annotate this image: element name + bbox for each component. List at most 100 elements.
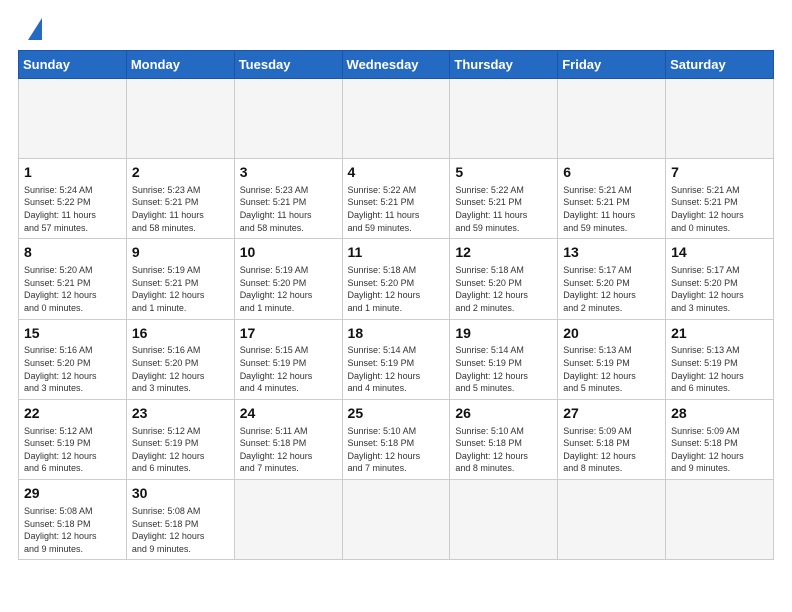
cell-line: and 1 minute. [348, 302, 445, 315]
cell-line: Daylight: 12 hours [240, 370, 337, 383]
day-number: 18 [348, 324, 445, 343]
cell-line: Sunrise: 5:21 AM [671, 184, 768, 197]
cell-line: Daylight: 12 hours [132, 370, 229, 383]
cell-line: and 58 minutes. [132, 222, 229, 235]
cell-line: and 3 minutes. [671, 302, 768, 315]
day-number: 1 [24, 163, 121, 182]
cell-line: Daylight: 12 hours [348, 450, 445, 463]
cell-line: Sunrise: 5:19 AM [132, 264, 229, 277]
cell-line: Sunrise: 5:16 AM [24, 344, 121, 357]
logo [18, 18, 42, 40]
calendar-cell [19, 79, 127, 159]
calendar-cell: 11Sunrise: 5:18 AMSunset: 5:20 PMDayligh… [342, 239, 450, 319]
cell-line: Sunset: 5:19 PM [240, 357, 337, 370]
calendar-cell: 2Sunrise: 5:23 AMSunset: 5:21 PMDaylight… [126, 159, 234, 239]
cell-line: and 9 minutes. [24, 543, 121, 556]
cell-line: and 6 minutes. [24, 462, 121, 475]
cell-line: Daylight: 11 hours [132, 209, 229, 222]
calendar-row-1: 1Sunrise: 5:24 AMSunset: 5:22 PMDaylight… [19, 159, 774, 239]
cell-line: Sunrise: 5:10 AM [455, 425, 552, 438]
day-number: 20 [563, 324, 660, 343]
cell-line: Sunset: 5:20 PM [132, 357, 229, 370]
cell-line: and 4 minutes. [348, 382, 445, 395]
calendar-cell [666, 480, 774, 560]
calendar-cell: 19Sunrise: 5:14 AMSunset: 5:19 PMDayligh… [450, 319, 558, 399]
cell-line: Sunrise: 5:21 AM [563, 184, 660, 197]
day-number: 2 [132, 163, 229, 182]
cell-line: Daylight: 12 hours [455, 370, 552, 383]
cell-line: Sunrise: 5:18 AM [348, 264, 445, 277]
calendar-cell [342, 480, 450, 560]
calendar-cell: 1Sunrise: 5:24 AMSunset: 5:22 PMDaylight… [19, 159, 127, 239]
cell-line: Sunset: 5:21 PM [563, 196, 660, 209]
day-number: 14 [671, 243, 768, 262]
calendar-cell [126, 79, 234, 159]
cell-line: Sunrise: 5:17 AM [671, 264, 768, 277]
weekday-header-thursday: Thursday [450, 51, 558, 79]
calendar-cell: 7Sunrise: 5:21 AMSunset: 5:21 PMDaylight… [666, 159, 774, 239]
calendar-cell [666, 79, 774, 159]
cell-line: and 8 minutes. [455, 462, 552, 475]
cell-line: Sunset: 5:18 PM [563, 437, 660, 450]
cell-line: and 9 minutes. [132, 543, 229, 556]
day-number: 8 [24, 243, 121, 262]
cell-line: Sunrise: 5:10 AM [348, 425, 445, 438]
cell-line: Daylight: 12 hours [348, 289, 445, 302]
calendar-cell: 10Sunrise: 5:19 AMSunset: 5:20 PMDayligh… [234, 239, 342, 319]
cell-line: Sunset: 5:18 PM [132, 518, 229, 531]
cell-line: Sunrise: 5:15 AM [240, 344, 337, 357]
calendar-cell: 14Sunrise: 5:17 AMSunset: 5:20 PMDayligh… [666, 239, 774, 319]
calendar-cell: 4Sunrise: 5:22 AMSunset: 5:21 PMDaylight… [342, 159, 450, 239]
cell-line: Daylight: 12 hours [24, 370, 121, 383]
cell-line: Sunset: 5:21 PM [132, 277, 229, 290]
cell-line: Sunrise: 5:12 AM [132, 425, 229, 438]
day-number: 21 [671, 324, 768, 343]
cell-line: and 59 minutes. [563, 222, 660, 235]
cell-line: and 5 minutes. [455, 382, 552, 395]
cell-line: Sunrise: 5:22 AM [348, 184, 445, 197]
cell-line: and 5 minutes. [563, 382, 660, 395]
cell-line: Daylight: 12 hours [240, 450, 337, 463]
calendar-cell: 9Sunrise: 5:19 AMSunset: 5:21 PMDaylight… [126, 239, 234, 319]
cell-line: Sunrise: 5:22 AM [455, 184, 552, 197]
cell-line: Sunset: 5:19 PM [671, 357, 768, 370]
calendar-cell: 29Sunrise: 5:08 AMSunset: 5:18 PMDayligh… [19, 480, 127, 560]
cell-line: Sunset: 5:18 PM [24, 518, 121, 531]
day-number: 3 [240, 163, 337, 182]
cell-line: Sunset: 5:21 PM [240, 196, 337, 209]
cell-line: and 7 minutes. [240, 462, 337, 475]
calendar-row-3: 15Sunrise: 5:16 AMSunset: 5:20 PMDayligh… [19, 319, 774, 399]
cell-line: and 6 minutes. [132, 462, 229, 475]
cell-line: and 3 minutes. [24, 382, 121, 395]
calendar-cell: 26Sunrise: 5:10 AMSunset: 5:18 PMDayligh… [450, 399, 558, 479]
cell-line: Sunrise: 5:08 AM [132, 505, 229, 518]
calendar-cell: 12Sunrise: 5:18 AMSunset: 5:20 PMDayligh… [450, 239, 558, 319]
cell-line: Daylight: 12 hours [563, 450, 660, 463]
cell-line: Daylight: 12 hours [348, 370, 445, 383]
day-number: 23 [132, 404, 229, 423]
calendar-row-0 [19, 79, 774, 159]
calendar-cell: 24Sunrise: 5:11 AMSunset: 5:18 PMDayligh… [234, 399, 342, 479]
calendar-cell: 25Sunrise: 5:10 AMSunset: 5:18 PMDayligh… [342, 399, 450, 479]
cell-line: and 58 minutes. [240, 222, 337, 235]
day-number: 17 [240, 324, 337, 343]
cell-line: and 59 minutes. [455, 222, 552, 235]
day-number: 25 [348, 404, 445, 423]
cell-line: and 0 minutes. [24, 302, 121, 315]
calendar-row-4: 22Sunrise: 5:12 AMSunset: 5:19 PMDayligh… [19, 399, 774, 479]
cell-line: Sunset: 5:18 PM [240, 437, 337, 450]
weekday-header-saturday: Saturday [666, 51, 774, 79]
cell-line: Daylight: 11 hours [563, 209, 660, 222]
day-number: 9 [132, 243, 229, 262]
cell-line: Sunrise: 5:14 AM [455, 344, 552, 357]
calendar-cell: 18Sunrise: 5:14 AMSunset: 5:19 PMDayligh… [342, 319, 450, 399]
cell-line: Sunrise: 5:24 AM [24, 184, 121, 197]
calendar-cell: 6 Sunrise: 5:21 AMSunset: 5:21 PMDaylight… [558, 159, 666, 239]
calendar-row-5: 29Sunrise: 5:08 AMSunset: 5:18 PMDayligh… [19, 480, 774, 560]
day-number: 7 [671, 163, 768, 182]
cell-line: Daylight: 12 hours [563, 289, 660, 302]
cell-line: Daylight: 12 hours [132, 450, 229, 463]
day-number: 15 [24, 324, 121, 343]
day-number: 16 [132, 324, 229, 343]
day-number: 6 [563, 163, 660, 182]
